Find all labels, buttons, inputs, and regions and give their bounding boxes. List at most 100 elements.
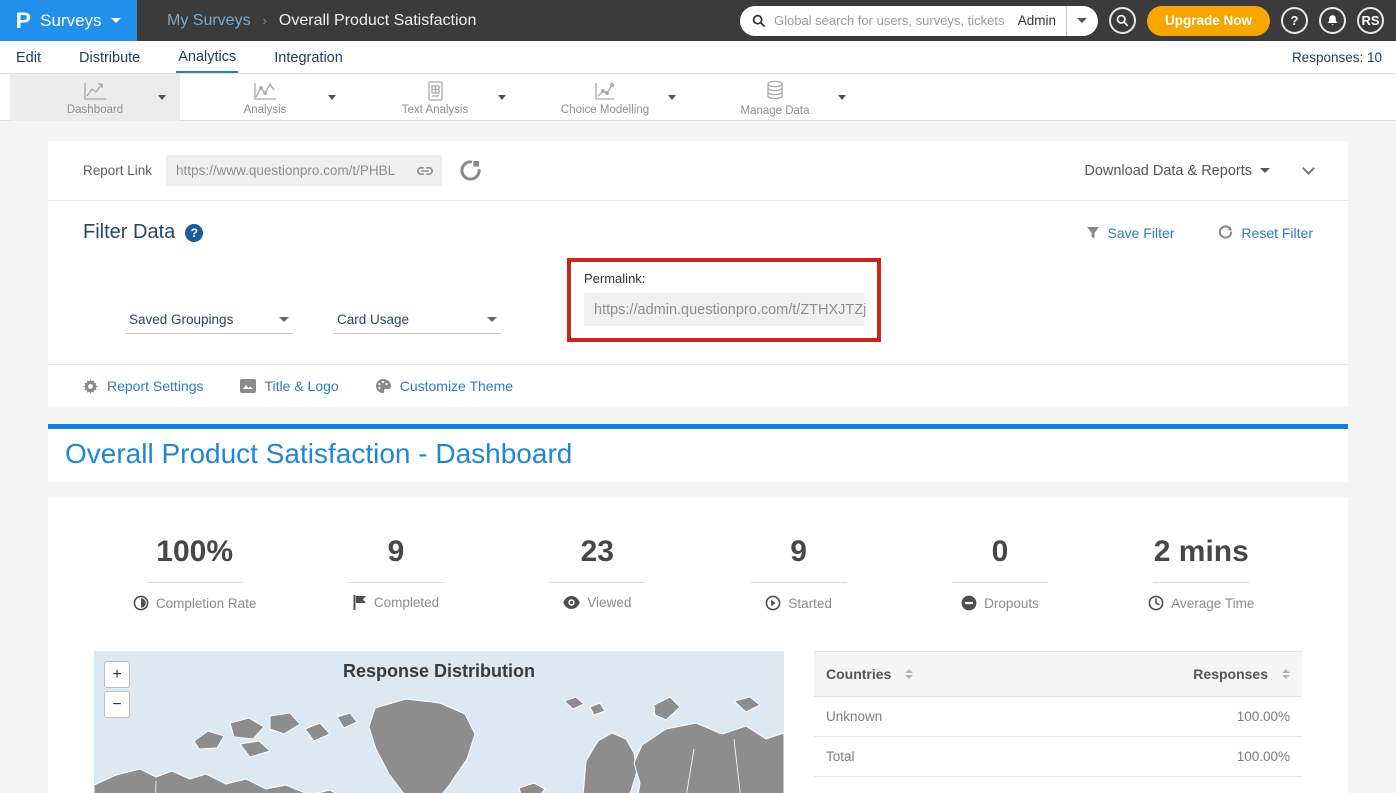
permalink-label: Permalink: [584,271,864,286]
nav-item-integration[interactable]: Integration [272,43,345,72]
map-zoom-in-button[interactable]: + [104,661,130,688]
chevron-down-icon[interactable] [158,95,166,100]
card-usage-select[interactable]: Card Usage [333,306,501,334]
chevron-down-icon[interactable] [668,95,676,100]
title-logo-button[interactable]: Title & Logo [240,378,339,394]
search-scope-dropdown[interactable] [1066,6,1098,36]
quick-search-button[interactable] [1109,7,1136,34]
sort-icon[interactable] [1282,669,1290,679]
filter-help-icon[interactable]: ? [185,224,203,242]
stat-value: 9 [790,535,807,569]
tab-text-analysis[interactable]: Text Analysis [350,74,520,121]
title-logo-label: Title & Logo [265,378,339,394]
stat-started: 9 Started [698,535,899,611]
gear-icon [83,379,98,394]
tab-analysis[interactable]: Analysis [180,74,350,121]
search-icon [752,14,766,28]
palette-icon [375,378,391,394]
reset-filter-label: Reset Filter [1241,225,1313,241]
global-search-input[interactable] [766,13,1018,28]
dashboard-chart-icon [82,80,108,102]
customize-theme-button[interactable]: Customize Theme [375,378,513,394]
top-navbar: P Surveys My Surveys › Overall Product S… [0,0,1396,41]
reset-filter-button[interactable]: Reset Filter [1218,225,1313,241]
world-map [94,689,784,793]
report-link-label: Report Link [83,163,152,178]
tab-choice-modelling[interactable]: Choice Modelling [520,74,690,121]
stat-label: Completion Rate [156,596,257,611]
permalink-url: https://admin.questionpro.com/t/ZTHXJTZj [594,302,866,318]
download-data-reports-dropdown[interactable]: Download Data & Reports [1084,163,1270,179]
chevron-down-icon[interactable] [328,95,336,100]
breadcrumb: My Surveys › Overall Product Satisfactio… [167,12,476,30]
countries-column-header[interactable]: Countries [826,666,891,682]
stat-average-time: 2 mins Average Time [1101,535,1302,611]
customize-theme-label: Customize Theme [400,378,513,394]
save-filter-label: Save Filter [1108,225,1175,241]
stat-label: Dropouts [984,596,1039,611]
stat-value: 100% [156,535,233,569]
report-actions: Download Data & Reports [1084,163,1313,179]
download-data-reports-label: Download Data & Reports [1084,163,1252,179]
database-icon [763,79,787,103]
stat-completed: 9 Completed [295,535,496,611]
responses-cell: 100.00% [1048,737,1302,777]
refresh-icon [1218,225,1233,240]
stat-value: 9 [388,535,405,569]
saved-groupings-label: Saved Groupings [129,312,233,327]
tab-label: Manage Data [740,105,809,117]
country-cell: Unknown [814,697,1048,737]
question-mark-icon: ? [1291,13,1299,28]
responses-column-header[interactable]: Responses [1193,666,1268,682]
report-link-field[interactable]: https://www.questionpro.com/t/PHBL [166,155,442,186]
save-filter-button[interactable]: Save Filter [1086,225,1175,241]
stat-viewed: 23 Viewed [497,535,698,611]
permalink-highlight-box: Permalink: https://admin.questionpro.com… [567,258,881,342]
collapse-panel-icon[interactable] [1302,162,1315,175]
global-search-bar[interactable]: Admin [740,6,1098,36]
user-avatar[interactable]: RS [1357,7,1384,34]
page-title: Overall Product Satisfaction - Dashboard [65,438,1331,470]
table-row: Unknown 100.00% [814,697,1302,737]
eye-icon [563,596,580,609]
nav-item-distribute[interactable]: Distribute [77,43,142,72]
permalink-field[interactable]: https://admin.questionpro.com/t/ZTHXJTZj [584,293,864,326]
sort-icon[interactable] [905,669,913,679]
stat-dropouts: 0 Dropouts [899,535,1100,611]
chevron-down-icon[interactable] [498,95,506,100]
report-settings-button[interactable]: Report Settings [83,378,204,394]
tab-dashboard[interactable]: Dashboard [10,74,180,121]
text-analysis-icon [423,80,447,102]
saved-groupings-select[interactable]: Saved Groupings [125,306,293,334]
analytics-toolbar: Dashboard Analysis Text Analysis [0,74,1396,121]
search-icon [1116,14,1129,27]
image-icon [240,379,256,393]
chevron-down-icon[interactable] [838,95,846,100]
notifications-button[interactable] [1319,7,1346,34]
link-icon[interactable] [416,164,434,178]
funnel-icon [1086,226,1100,240]
report-privacy-icon[interactable] [460,160,481,181]
response-distribution-map[interactable]: Response Distribution + − [94,651,784,793]
nav-item-analytics[interactable]: Analytics [176,42,238,73]
stat-completion-rate: 100% Completion Rate [94,535,295,611]
analysis-chart-icon [252,80,278,102]
tab-label: Dashboard [67,104,123,116]
tab-manage-data[interactable]: Manage Data [690,74,860,121]
nav-item-edit[interactable]: Edit [14,43,43,72]
stat-label: Completed [374,595,439,610]
search-scope-label: Admin [1018,13,1066,28]
surveys-app-switcher[interactable]: P Surveys [0,0,137,41]
upgrade-now-button[interactable]: Upgrade Now [1147,6,1270,36]
filter-data-section: Filter Data ? Save Filter Res [48,201,1348,364]
chevron-down-icon [279,317,289,322]
responses-cell: 100.00% [1048,697,1302,737]
avatar-initials: RS [1361,13,1379,28]
clock-icon [1148,595,1164,611]
filter-data-title: Filter Data [83,221,175,244]
help-button[interactable]: ? [1281,7,1308,34]
chevron-down-icon [111,18,121,23]
breadcrumb-my-surveys[interactable]: My Surveys [167,12,251,30]
countries-table: Countries Responses [814,651,1302,777]
card-usage-label: Card Usage [337,312,409,327]
